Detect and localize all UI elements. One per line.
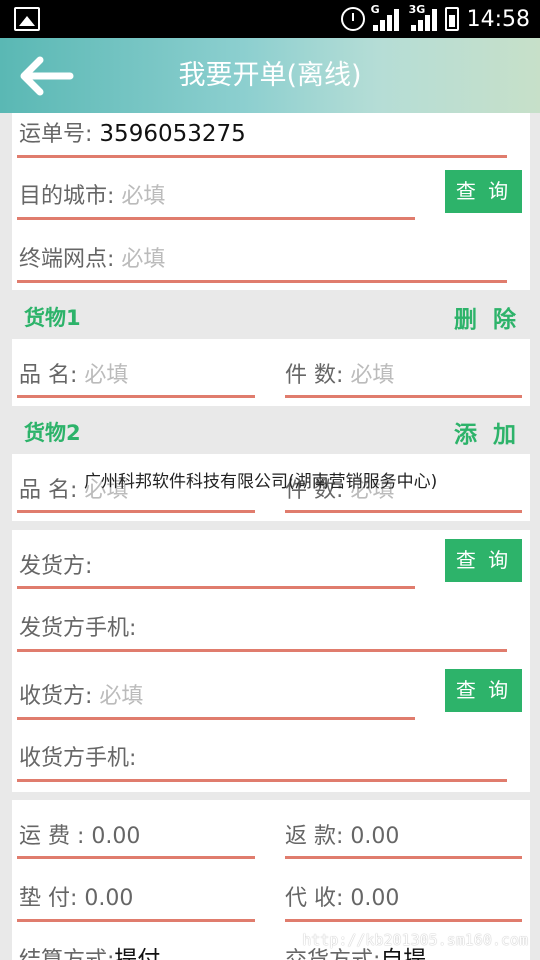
goods1-title: 货物1 bbox=[24, 306, 81, 330]
city-query-button[interactable]: 查 询 bbox=[445, 170, 522, 213]
sender-query-button[interactable]: 查 询 bbox=[445, 539, 522, 582]
terminal-point-label: 终端网点: bbox=[19, 247, 115, 272]
collect-label: 代 收: bbox=[285, 886, 344, 911]
goods2-name-underline bbox=[17, 510, 255, 513]
receiver-query-button[interactable]: 查 询 bbox=[445, 669, 522, 712]
advance-value: 0.00 bbox=[84, 886, 134, 911]
freight-label: 运 费 : bbox=[19, 824, 85, 849]
receiver-phone-label: 收货方手机: bbox=[19, 746, 137, 771]
sender-phone-underline bbox=[17, 649, 507, 652]
parties-card: 发货方: 查 询 发货方手机: 收货方: 必填 查 询 收货方手机: bbox=[12, 530, 530, 792]
waybill-number-label: 运单号: bbox=[19, 122, 93, 147]
goods1-card: 品 名: 必填 件 数: 必填 bbox=[12, 339, 530, 406]
sender-underline bbox=[17, 586, 415, 589]
page-title: 我要开单(离线) bbox=[178, 60, 362, 91]
goods1-name-underline bbox=[17, 395, 255, 398]
sender-phone-field[interactable]: 发货方手机: bbox=[19, 610, 136, 642]
gallery-icon bbox=[14, 7, 40, 31]
collect-underline bbox=[285, 919, 522, 922]
delivery-method-label: 交货方式: bbox=[285, 948, 380, 960]
status-icons: G 3G 14:58 bbox=[340, 0, 530, 38]
receiver-phone-underline bbox=[17, 779, 507, 782]
waybill-card: 运单号: 3596053275 目的城市: 必填 查 询 终端网点: 必填 bbox=[12, 113, 530, 290]
refund-value: 0.00 bbox=[350, 824, 400, 849]
settle-method-value: 提付 bbox=[114, 947, 161, 960]
advance-field[interactable]: 垫 付: 0.00 bbox=[19, 880, 133, 912]
goods1-header: 货物1 删 除 bbox=[12, 294, 530, 339]
settle-method-field[interactable]: 结算方式:提付 bbox=[19, 940, 160, 960]
goods1-count-placeholder: 必填 bbox=[350, 363, 395, 388]
url-watermark: http://kb201305.sm160.com bbox=[302, 931, 528, 949]
destination-city-label: 目的城市: bbox=[19, 184, 115, 209]
goods1-name-placeholder: 必填 bbox=[84, 363, 129, 388]
status-bar: G 3G 14:58 bbox=[0, 0, 540, 38]
freight-field[interactable]: 运 费 : 0.00 bbox=[19, 818, 140, 850]
signal-3g-icon: 3G bbox=[409, 3, 437, 31]
receiver-placeholder: 必填 bbox=[99, 684, 144, 709]
waybill-number-row[interactable]: 运单号: 3596053275 bbox=[19, 116, 246, 148]
signal-g-icon: G bbox=[371, 3, 399, 31]
collect-field[interactable]: 代 收: 0.00 bbox=[285, 880, 399, 912]
refund-underline bbox=[285, 856, 522, 859]
goods1-count-label: 件 数: bbox=[285, 363, 344, 388]
receiver-underline bbox=[17, 717, 415, 720]
destination-city-placeholder: 必填 bbox=[121, 184, 166, 209]
goods2-count-underline bbox=[285, 510, 522, 513]
receiver-label: 收货方: bbox=[19, 684, 93, 709]
settle-method-label: 结算方式: bbox=[19, 948, 114, 960]
advance-label: 垫 付: bbox=[19, 886, 78, 911]
sender-field[interactable]: 发货方: bbox=[19, 548, 92, 580]
destination-city-field[interactable]: 目的城市: 必填 bbox=[19, 178, 165, 210]
network-type-3g: 3G bbox=[408, 3, 426, 16]
terminal-point-placeholder: 必填 bbox=[121, 247, 166, 272]
destination-city-underline bbox=[17, 217, 415, 220]
waybill-number-underline bbox=[17, 155, 507, 158]
goods1-name-field[interactable]: 品 名: 必填 bbox=[19, 357, 128, 389]
goods2-header: 货物2 添 加 bbox=[12, 409, 530, 454]
refund-label: 返 款: bbox=[285, 824, 344, 849]
sender-phone-label: 发货方手机: bbox=[19, 616, 137, 641]
goods1-count-underline bbox=[285, 395, 522, 398]
alarm-icon bbox=[340, 7, 365, 31]
sender-label: 发货方: bbox=[19, 554, 93, 579]
receiver-phone-field[interactable]: 收货方手机: bbox=[19, 740, 136, 772]
receiver-field[interactable]: 收货方: 必填 bbox=[19, 678, 143, 710]
company-watermark: 广州科邦软件科技有限公司(湖南营销服务中心) bbox=[84, 472, 438, 492]
freight-value: 0.00 bbox=[91, 824, 141, 849]
advance-underline bbox=[17, 919, 255, 922]
goods2-name-label: 品 名: bbox=[19, 478, 78, 503]
terminal-point-field[interactable]: 终端网点: 必填 bbox=[19, 241, 165, 273]
title-bar: 我要开单(离线) bbox=[0, 38, 540, 113]
battery-icon bbox=[444, 7, 459, 31]
network-type-g: G bbox=[370, 3, 380, 16]
collect-value: 0.00 bbox=[350, 886, 400, 911]
refund-field[interactable]: 返 款: 0.00 bbox=[285, 818, 399, 850]
goods1-name-label: 品 名: bbox=[19, 363, 78, 388]
goods1-count-field[interactable]: 件 数: 必填 bbox=[285, 357, 394, 389]
waybill-number-value: 3596053275 bbox=[99, 121, 246, 147]
freight-underline bbox=[17, 856, 255, 859]
goods1-delete-button[interactable]: 删 除 bbox=[454, 300, 520, 334]
clock: 14:58 bbox=[466, 6, 530, 32]
goods2-add-button[interactable]: 添 加 bbox=[454, 415, 520, 449]
goods2-title: 货物2 bbox=[24, 421, 81, 445]
terminal-point-underline bbox=[17, 280, 507, 283]
back-arrow-icon[interactable] bbox=[18, 56, 74, 96]
